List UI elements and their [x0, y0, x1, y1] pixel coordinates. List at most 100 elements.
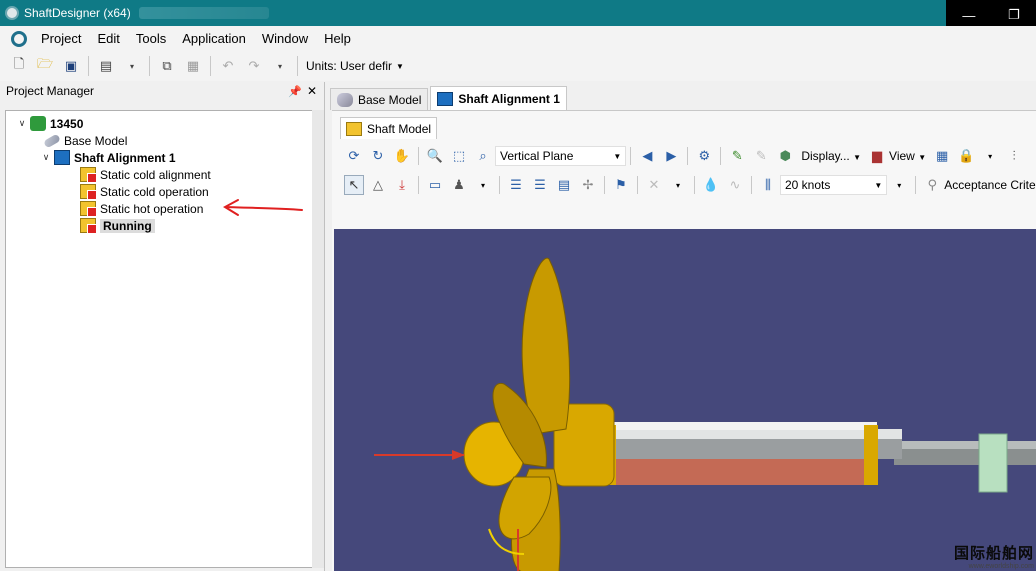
tree-item-shaft-alignment[interactable]: ∨ Shaft Alignment 1 [40, 149, 176, 166]
pencil-icon[interactable]: ✎ [727, 146, 747, 166]
arrow-right-icon[interactable]: ▶ [661, 146, 681, 166]
bushing-lower [602, 459, 877, 485]
tree-item-project[interactable]: ∨ 13450 [16, 115, 83, 132]
menu-window[interactable]: Window [254, 31, 316, 46]
oil-drop-icon[interactable]: 💧 [701, 175, 721, 195]
copy-icon[interactable]: ⧉ [156, 55, 178, 77]
save-icon[interactable]: ▣ [60, 55, 82, 77]
toolbar-separator [418, 147, 419, 165]
minimize-icon[interactable]: — [962, 8, 975, 23]
align-center-icon[interactable]: ☰ [530, 175, 550, 195]
pan-hand-icon[interactable]: ✋ [392, 146, 412, 166]
cube-icon[interactable]: ⬢ [775, 146, 795, 166]
menu-edit[interactable]: Edit [89, 31, 127, 46]
watermark-url: www.eworldship.com [968, 563, 1034, 570]
vertical-scrollbar[interactable] [312, 110, 324, 568]
close-icon[interactable]: ✕ [307, 84, 317, 98]
zoom-window-icon[interactable]: ⬚ [449, 146, 469, 166]
thrust-arrow-head [452, 450, 465, 460]
load-case-icon [80, 184, 97, 200]
tree-item-case[interactable]: Static hot operation [80, 200, 203, 217]
display-menu[interactable]: Display... ▼ [801, 149, 861, 163]
pin-icon[interactable]: 📌 [288, 85, 302, 98]
title-bar: ShaftDesigner (x64) [0, 0, 1036, 26]
undo-icon[interactable]: ↶ [217, 55, 239, 77]
units-select[interactable]: Units: User defir ▼ [306, 59, 404, 73]
toolbar-separator [694, 176, 695, 194]
zoom-fit-icon[interactable]: ⌕ [473, 146, 493, 166]
display-label: Display... [801, 149, 850, 163]
lock-dropdown-icon[interactable]: ▾ [980, 146, 1000, 166]
speed-dropdown-icon[interactable]: ▾ [889, 175, 909, 195]
rotate-vertical-icon[interactable]: ⟳ [344, 146, 364, 166]
plane-select[interactable]: Vertical Plane ▼ [495, 146, 627, 166]
grid-icon[interactable]: ▦ [932, 146, 952, 166]
mass-dropdown-icon[interactable]: ▾ [473, 175, 493, 195]
toolbar-separator [630, 147, 632, 165]
pencil-disabled-icon[interactable]: ✎ [751, 146, 771, 166]
tab-shaft-model[interactable]: Shaft Model [340, 117, 438, 139]
properties-icon[interactable]: ▤ [95, 55, 117, 77]
tree-item-case[interactable]: Static cold alignment [80, 166, 211, 183]
wave-icon[interactable]: ∿ [725, 175, 745, 195]
stern-tube-top [602, 429, 902, 439]
tree-item-case[interactable]: Static cold operation [80, 183, 209, 200]
bearing-2-icon[interactable]: ⫶ [1028, 146, 1036, 166]
lock-icon[interactable]: 🔒 [956, 146, 976, 166]
arrow-left-icon[interactable]: ◀ [637, 146, 657, 166]
criteria-icon[interactable]: ⚲ [922, 175, 942, 195]
tab-shaft-alignment[interactable]: Shaft Alignment 1 [430, 86, 567, 110]
delete-dropdown-icon[interactable]: ▾ [668, 175, 688, 195]
toolbar-separator [687, 147, 689, 165]
search-settings-icon[interactable]: ⚙ [694, 146, 714, 166]
table-icon[interactable]: ▤ [554, 175, 574, 195]
menu-tools[interactable]: Tools [128, 31, 174, 46]
menu-project[interactable]: Project [33, 31, 89, 46]
tree-item-case-selected[interactable]: Running [80, 217, 155, 234]
chevron-down-icon: ▼ [853, 153, 862, 162]
chart-icon[interactable]: ▆ [867, 146, 887, 166]
column-icon[interactable]: ⫼ [758, 175, 778, 195]
select-pointer-icon[interactable]: ↖ [344, 175, 364, 195]
triangle-icon[interactable]: △ [368, 175, 388, 195]
view-toolbar-1: ⟳ ↻ ✋ 🔍 ⬚ ⌕ Vertical Plane ▼ ◀ ▶ ⚙ ✎ ✎ ⬢… [342, 143, 1036, 169]
dropdown-icon[interactable]: ▾ [121, 55, 143, 77]
toolbar-separator [751, 176, 752, 194]
project-tree: ∨ 13450 Base Model ∨ Shaft Alignment 1 S… [5, 110, 313, 568]
menu-bar: Project Edit Tools Application Window He… [0, 26, 1036, 51]
paste-icon[interactable]: ▦ [182, 55, 204, 77]
align-left-icon[interactable]: ☰ [506, 175, 526, 195]
3d-viewport[interactable]: 国际船舶网 www.eworldship.com [334, 229, 1036, 571]
tree-item-base-model[interactable]: Base Model [43, 132, 127, 149]
coupling-icon[interactable]: ▭ [425, 175, 445, 195]
delete-icon[interactable]: ✕ [644, 175, 664, 195]
tab-base-model[interactable]: Base Model [330, 88, 429, 110]
bushing-upper [602, 422, 877, 430]
bearing-icon[interactable]: ⫶ [1004, 146, 1024, 166]
menu-application[interactable]: Application [174, 31, 254, 46]
speed-select-value: 20 knots [785, 178, 831, 192]
new-file-icon[interactable]: 🗋 [8, 55, 30, 77]
chevron-down-icon[interactable]: ∨ [16, 118, 28, 129]
redo-icon[interactable]: ↷ [243, 55, 265, 77]
zoom-icon[interactable]: 🔍 [425, 146, 445, 166]
maximize-icon[interactable]: ❐ [1008, 7, 1020, 23]
open-folder-icon[interactable]: 🗁 [34, 55, 56, 77]
redo-dropdown-icon[interactable]: ▾ [269, 55, 291, 77]
tree-label: Static hot operation [100, 201, 204, 216]
annotation-arrow-icon [222, 199, 303, 216]
crosshair-icon[interactable]: ✢ [578, 175, 598, 195]
speed-select[interactable]: 20 knots ▼ [780, 175, 888, 195]
rotate-horizontal-icon[interactable]: ↻ [368, 146, 388, 166]
menu-help[interactable]: Help [316, 31, 359, 46]
app-icon [5, 6, 19, 20]
shaft-model-render [374, 257, 1036, 571]
acceptance-criteria-button[interactable]: Acceptance Crite [944, 178, 1035, 192]
view-menu[interactable]: View ▼ [889, 149, 926, 163]
seal-aft [864, 425, 878, 485]
tab-label: Base Model [358, 92, 422, 107]
mass-icon[interactable]: ♟ [449, 175, 469, 195]
load-icon[interactable]: ⤓ [392, 175, 412, 195]
flag-icon[interactable]: ⚑ [611, 175, 631, 195]
chevron-down-icon[interactable]: ∨ [40, 152, 52, 163]
